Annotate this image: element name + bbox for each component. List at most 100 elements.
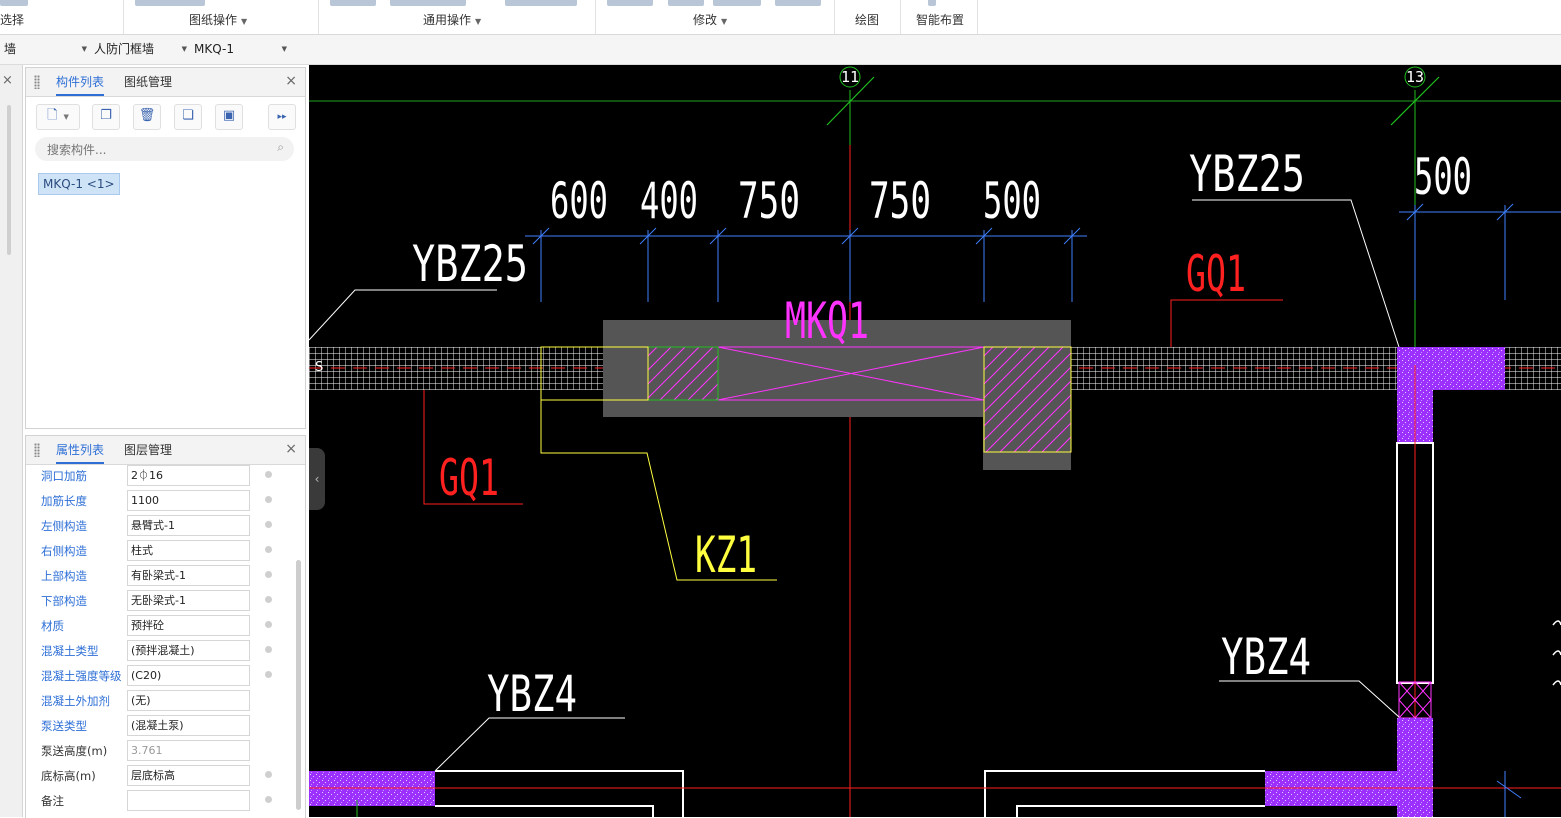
drag-grip-icon[interactable] <box>34 443 40 457</box>
property-value-field[interactable]: 有卧梁式-1 <box>127 565 250 586</box>
ribbon-group-label-text: 图纸操作 <box>189 13 238 27</box>
property-lock-dot[interactable] <box>265 671 272 678</box>
table-row[interactable]: 混凝土强度等级 (C20) <box>26 663 305 688</box>
property-list-panel: 属性列表 图层管理 × 洞口加筋 2⏀16 加筋长度 1100 左侧构造 悬臂式-1 … <box>25 435 306 818</box>
tab-drawing-management[interactable]: 图纸管理 <box>124 68 172 96</box>
search-icon[interactable]: ⌕ <box>277 140 284 155</box>
floor-type-combo[interactable]: 墙 ▼ <box>0 39 90 59</box>
property-name: 下部构造 <box>41 594 87 608</box>
wall-bottom-left[interactable] <box>435 770 684 817</box>
property-lock-dot[interactable] <box>265 546 272 553</box>
property-lock-dot[interactable] <box>265 621 272 628</box>
property-value-field[interactable]: 3.761 <box>127 740 250 761</box>
ribbon-group-smart-layout[interactable]: 智能布置 <box>901 0 977 34</box>
property-value-field[interactable]: 2⏀16 <box>127 465 250 486</box>
property-lock-dot[interactable] <box>265 471 272 478</box>
table-row[interactable]: 混凝土外加剂 (无) <box>26 688 305 713</box>
property-value-field[interactable]: 悬臂式-1 <box>127 515 250 536</box>
wall-bottom-mid-inner[interactable] <box>1016 805 1265 817</box>
tab-property-list[interactable]: 属性列表 <box>56 436 105 464</box>
wall-bottom-left-inner[interactable] <box>435 805 654 817</box>
search-input[interactable] <box>45 140 269 160</box>
tab-layer-management[interactable]: 图层管理 <box>124 436 172 464</box>
table-row[interactable]: 上部构造 有卧梁式-1 <box>26 563 305 588</box>
ribbon-group-label[interactable]: 绘图 <box>855 11 879 28</box>
close-icon[interactable]: × <box>2 73 13 88</box>
duplicate-layer-button[interactable]: ❏ <box>174 104 202 130</box>
hatched-block-right[interactable] <box>983 346 1072 453</box>
collapse-panel-handle[interactable]: ‹ <box>309 448 325 510</box>
panel-header: 构件列表 图纸管理 × <box>26 68 305 97</box>
ribbon-group-label[interactable]: 图纸操作 ▼ <box>189 11 247 28</box>
ribbon: 选择 图纸操作 ▼ 通用操作 ▼ 修改 ▼ 绘图 智能布置 <box>0 0 1561 35</box>
property-value-field[interactable]: 层底标高 <box>127 765 250 786</box>
property-value-field[interactable] <box>127 790 250 811</box>
ribbon-group-drawing-ops[interactable]: 图纸操作 ▼ <box>124 0 317 34</box>
table-row[interactable]: 混凝土类型 (预拌混凝土) <box>26 638 305 663</box>
ribbon-group-label[interactable]: 修改 ▼ <box>693 11 727 28</box>
drag-grip-icon[interactable] <box>34 75 40 89</box>
cad-drawing-canvas[interactable]: 11 13 600 400 750 750 500 500 YBZ25 YBZ2… <box>309 65 1561 817</box>
hatched-block-left[interactable] <box>647 346 719 401</box>
close-icon[interactable]: × <box>285 73 297 89</box>
property-lock-dot[interactable] <box>265 646 272 653</box>
new-component-button[interactable]: 🗋 ▼ <box>36 104 80 130</box>
property-value-field[interactable]: (混凝土泵) <box>127 715 250 736</box>
table-row[interactable]: 右侧构造 柱式 <box>26 538 305 563</box>
component-name-combo[interactable]: MKQ-1 ▼ <box>190 39 290 59</box>
table-row[interactable]: 备注 <box>26 788 305 813</box>
save-component-button[interactable]: ▣ <box>215 104 243 130</box>
ribbon-group-label[interactable]: 通用操作 ▼ <box>423 11 481 28</box>
label-ybz4-right: YBZ4 <box>1221 628 1311 686</box>
property-lock-dot[interactable] <box>265 596 272 603</box>
strip-scrollbar[interactable] <box>7 105 11 255</box>
tab-component-list[interactable]: 构件列表 <box>56 68 105 96</box>
copy-component-button[interactable]: ❐ <box>92 104 120 130</box>
combo-value: 墙 <box>4 42 17 56</box>
property-name: 材质 <box>41 619 64 633</box>
more-tools-button[interactable]: ▸▸ <box>268 104 296 130</box>
component-list-item[interactable]: MKQ-1 <1> <box>38 173 120 195</box>
table-row[interactable]: 加筋长度 1100 <box>26 488 305 513</box>
table-row[interactable]: 泵送类型 (混凝土泵) <box>26 713 305 738</box>
ribbon-group-draw[interactable]: 绘图 <box>835 0 899 34</box>
cad-drawing[interactable]: 11 13 600 400 750 750 500 500 YBZ25 YBZ2… <box>309 65 1561 817</box>
delete-component-button[interactable]: 🗑 <box>133 104 161 130</box>
leader-line <box>1219 680 1400 718</box>
component-search[interactable]: ⌕ <box>35 137 294 161</box>
ribbon-group-modify[interactable]: 修改 ▼ <box>596 0 833 34</box>
table-row[interactable]: 底标高(m) 层底标高 <box>26 763 305 788</box>
property-scrollbar[interactable] <box>296 560 301 810</box>
property-value-field[interactable]: (预拌混凝土) <box>127 640 250 661</box>
component-type-combo[interactable]: 人防门框墙 ▼ <box>90 39 190 59</box>
property-value-field[interactable]: (C20) <box>127 665 250 686</box>
table-row[interactable]: 左侧构造 悬臂式-1 <box>26 513 305 538</box>
property-lock-dot[interactable] <box>265 796 272 803</box>
dimension-texts: 600 400 750 750 500 <box>550 172 1041 230</box>
property-value-field[interactable]: (无) <box>127 690 250 711</box>
property-name: 右侧构造 <box>41 544 87 558</box>
label-mkq1: MKQ1 <box>785 292 869 350</box>
table-row[interactable]: 泵送高度(m) 3.761 <box>26 738 305 763</box>
table-row[interactable]: 下部构造 无卧梁式-1 <box>26 588 305 613</box>
property-lock-dot[interactable] <box>265 496 272 503</box>
property-lock-dot[interactable] <box>265 571 272 578</box>
dimension-text: 500 <box>983 172 1041 230</box>
property-name: 底标高(m) <box>41 769 96 783</box>
property-value-field[interactable]: 无卧梁式-1 <box>127 590 250 611</box>
property-lock-dot[interactable] <box>265 521 272 528</box>
table-row[interactable]: 材质 预拌砼 <box>26 613 305 638</box>
combo-value: 人防门框墙 <box>94 42 155 56</box>
property-lock-dot[interactable] <box>265 771 272 778</box>
leader-line <box>1170 299 1283 347</box>
selector-toolbar: 墙 ▼ 人防门框墙 ▼ MKQ-1 ▼ <box>0 35 1561 65</box>
table-row[interactable]: 洞口加筋 2⏀16 <box>26 463 305 488</box>
property-value-field[interactable]: 预拌砼 <box>127 615 250 636</box>
property-value-field[interactable]: 1100 <box>127 490 250 511</box>
close-icon[interactable]: × <box>285 441 297 457</box>
wall-bottom-mid[interactable] <box>984 770 1265 817</box>
column-ybz4-right[interactable] <box>1397 718 1433 817</box>
ribbon-group-common-ops[interactable]: 通用操作 ▼ <box>319 0 594 34</box>
property-value-field[interactable]: 柱式 <box>127 540 250 561</box>
ribbon-group-label[interactable]: 智能布置 <box>916 11 964 28</box>
